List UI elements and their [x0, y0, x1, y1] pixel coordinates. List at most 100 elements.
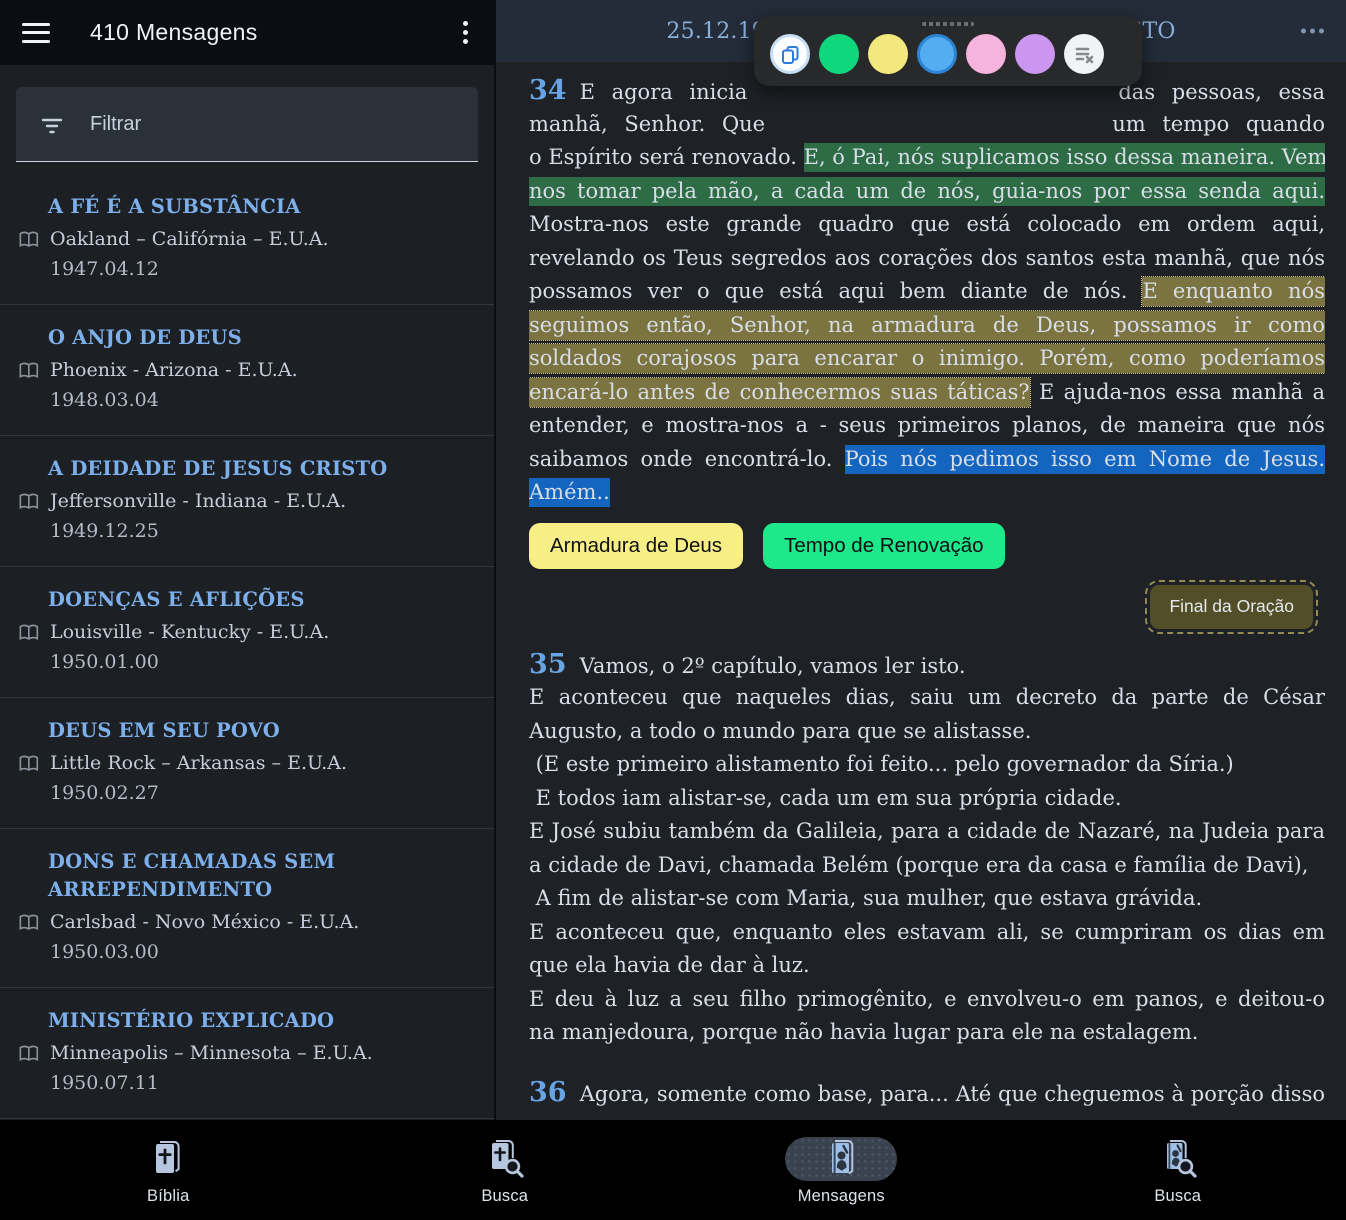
text-segment: A fim de alistar-se com Maria, sua mulhe…	[529, 886, 1202, 910]
main-row: 410 Mensagens Filtrar A FÉ É A SUBSTÂNCI…	[0, 0, 1346, 1120]
nav-item-mensagens[interactable]: Mensagens	[673, 1120, 1010, 1220]
highlight-green[interactable]: E, ó Pai, nós suplicamos isso dessa mane…	[804, 143, 1325, 172]
nav-icon-box	[1118, 1136, 1238, 1182]
copy-highlight-button[interactable]	[770, 34, 810, 74]
paragraph-number: 34	[529, 75, 567, 106]
message-title: DOENÇAS E AFLIÇÕES	[48, 586, 478, 614]
nav-icon-box	[108, 1136, 228, 1182]
message-title: DONS E CHAMADAS SEM ARREPENDIMENTO	[48, 848, 478, 904]
filter-input[interactable]: Filtrar	[16, 87, 478, 162]
sidebar-title: 410 Mensagens	[90, 19, 258, 46]
bottom-nav: BíbliaBuscaMensagensBusca	[0, 1120, 1346, 1220]
tag-chip[interactable]: Tempo de Renovação	[763, 523, 1004, 569]
text-line: Amém..	[529, 476, 1325, 510]
list-item[interactable]: DONS E CHAMADAS SEM ARREPENDIMENTO Carlsb…	[0, 829, 494, 988]
text-line: que ela havia de dar à luz.	[529, 949, 1325, 983]
text-segment: um tempo quando	[1112, 112, 1325, 136]
text-line: E José subiu também da Galileia, para a …	[529, 815, 1325, 849]
bible-search-icon	[484, 1138, 526, 1180]
message-location: Jeffersonville - Indiana - E.U.A.	[50, 487, 346, 516]
highlight-blue[interactable]: Pois nós pedimos isso em Nome de Jesus.	[845, 445, 1325, 474]
kebab-menu-icon[interactable]	[452, 17, 478, 48]
clear-highlight-button[interactable]	[1064, 34, 1104, 74]
message-title: DEUS EM SEU POVO	[48, 717, 478, 745]
bible-icon	[147, 1138, 189, 1180]
message-location-row: Oakland – Califórnia – E.U.A.	[18, 225, 478, 254]
message-location: Louisville - Kentucky - E.U.A.	[50, 618, 329, 647]
text-line: A fim de alistar-se com Maria, sua mulhe…	[529, 882, 1325, 916]
open-book-icon	[18, 753, 42, 775]
nav-item-bblia[interactable]: Bíblia	[0, 1120, 337, 1220]
ellipsis-menu-icon[interactable]	[1299, 23, 1326, 40]
highlight-olive[interactable]: seguimos então, Senhor, na armadura de D…	[529, 311, 1325, 340]
text-segment: E José subiu também da Galileia, para a …	[529, 819, 1325, 843]
message-date: 1950.03.00	[50, 938, 478, 966]
text-segment: que ela havia de dar à luz.	[529, 953, 810, 977]
filter-placeholder: Filtrar	[90, 113, 141, 136]
highlight-color-pink[interactable]	[966, 34, 1006, 74]
text-segment: na manjedoura, porque não havia lugar pa…	[529, 1020, 1198, 1044]
paragraph: 36Agora, somente como base, para... Até …	[529, 1076, 1325, 1110]
end-of-prayer-button[interactable]: Final da Oração	[1150, 585, 1313, 629]
line-left: manhã, Senhor. Que	[529, 108, 765, 142]
nav-item-busca[interactable]: Busca	[337, 1120, 674, 1220]
message-title: O ANJO DE DEUS	[48, 324, 478, 352]
tag-chip[interactable]: Armadura de Deus	[529, 523, 743, 569]
list-item[interactable]: A FÉ É A SUBSTÂNCIAOakland – Califórnia …	[0, 174, 494, 305]
highlight-olive[interactable]: E enquanto nós	[1142, 277, 1325, 306]
message-location-row: Louisville - Kentucky - E.U.A.	[18, 618, 478, 647]
list-item[interactable]: A DEIDADE DE JESUS CRISTO Jeffersonville …	[0, 436, 494, 567]
message-location: Oakland – Califórnia – E.U.A.	[50, 225, 329, 254]
text-segment: Mostra-nos este grande quadro que está c…	[529, 212, 1325, 236]
line-right: das pessoas, essa	[1118, 76, 1325, 108]
list-item[interactable]: DEUS EM SEU POVO Little Rock – Arkansas –…	[0, 698, 494, 829]
message-location: Minneapolis – Minnesota – E.U.A.	[50, 1039, 373, 1068]
highlight-color-green[interactable]	[819, 34, 859, 74]
end-button-row: Final da Oração	[529, 585, 1325, 629]
open-book-icon	[18, 360, 42, 382]
message-date: 1950.01.00	[50, 648, 478, 676]
message-location-row: Jeffersonville - Indiana - E.U.A.	[18, 487, 478, 516]
filter-icon	[40, 112, 64, 136]
text-line: possamos ver o que está aqui bem diante …	[529, 275, 1325, 309]
text-segment: E aconteceu que naqueles dias, saiu um d…	[529, 685, 1325, 709]
hamburger-icon[interactable]	[22, 23, 50, 43]
text-line: saibamos onde encontrá-lo. Pois nós pedi…	[529, 443, 1325, 477]
drag-handle[interactable]	[922, 22, 974, 26]
text-segment: E deu à luz a seu filho primogênito, e e…	[529, 987, 1325, 1011]
text-segment: manhã, Senhor. Que	[529, 112, 765, 136]
nav-item-busca[interactable]: Busca	[1010, 1120, 1346, 1220]
highlight-green[interactable]: nos tomar pela mão, a cada um de nós, gu…	[529, 177, 1325, 206]
reader-flow: 34 E agora inicia das pessoas, essa manhã, …	[529, 74, 1325, 1109]
highlight-olive[interactable]: encará-lo antes de conhecermos suas táti…	[529, 378, 1030, 407]
highlight-color-blue[interactable]	[917, 34, 957, 74]
highlight-color-purple[interactable]	[1015, 34, 1055, 74]
text-line: E aconteceu que naqueles dias, saiu um d…	[529, 681, 1325, 715]
message-date: 1947.04.12	[50, 255, 478, 283]
list-item[interactable]: DOENÇAS E AFLIÇÕES Louisville - Kentucky …	[0, 567, 494, 698]
text-segment: entender, e mostra-nos a - seus primeiro…	[529, 413, 1325, 437]
message-title: A DEIDADE DE JESUS CRISTO	[48, 455, 478, 483]
nav-label: Mensagens	[798, 1187, 885, 1206]
text-segment: E agora inicia	[580, 80, 748, 104]
list-item[interactable]: O ANJO DE DEUSPhoenix - Arizona - E.U.A.…	[0, 305, 494, 436]
text-line: 36Agora, somente como base, para... Até …	[529, 1076, 1325, 1110]
tag-row: Armadura de Deus Tempo de Renovação	[529, 523, 1325, 569]
text-line: E todos iam alistar-se, cada um em sua p…	[529, 782, 1325, 816]
message-location-row: Little Rock – Arkansas – E.U.A.	[18, 749, 478, 778]
messages-book-icon	[820, 1138, 862, 1180]
text-segment: E aconteceu que, enquanto eles estavam a…	[529, 920, 1325, 944]
filter-wrap: Filtrar	[0, 65, 494, 170]
highlight-olive[interactable]: soldados corajosos para encarar o inimig…	[529, 344, 1325, 373]
app-root: 410 Mensagens Filtrar A FÉ É A SUBSTÂNCI…	[0, 0, 1346, 1220]
message-location-row: Carlsbad - Novo México - E.U.A.	[18, 908, 478, 937]
highlight-blue[interactable]: Amém..	[529, 478, 610, 507]
highlight-color-yellow[interactable]	[868, 34, 908, 74]
list-item[interactable]: MINISTÉRIO EXPLICADOMinneapolis – Minnes…	[0, 988, 494, 1119]
text-segment: a cidade de Davi, chamada Belém (porque …	[529, 853, 1308, 877]
message-date: 1950.02.27	[50, 779, 478, 807]
text-line: Mostra-nos este grande quadro que está c…	[529, 208, 1325, 242]
text-segment: E ajuda-nos essa manhã a	[1030, 380, 1325, 404]
clear-highlight-icon	[1073, 43, 1095, 65]
paragraph: 35Vamos, o 2º capítulo, vamos ler isto.E…	[529, 648, 1325, 1050]
